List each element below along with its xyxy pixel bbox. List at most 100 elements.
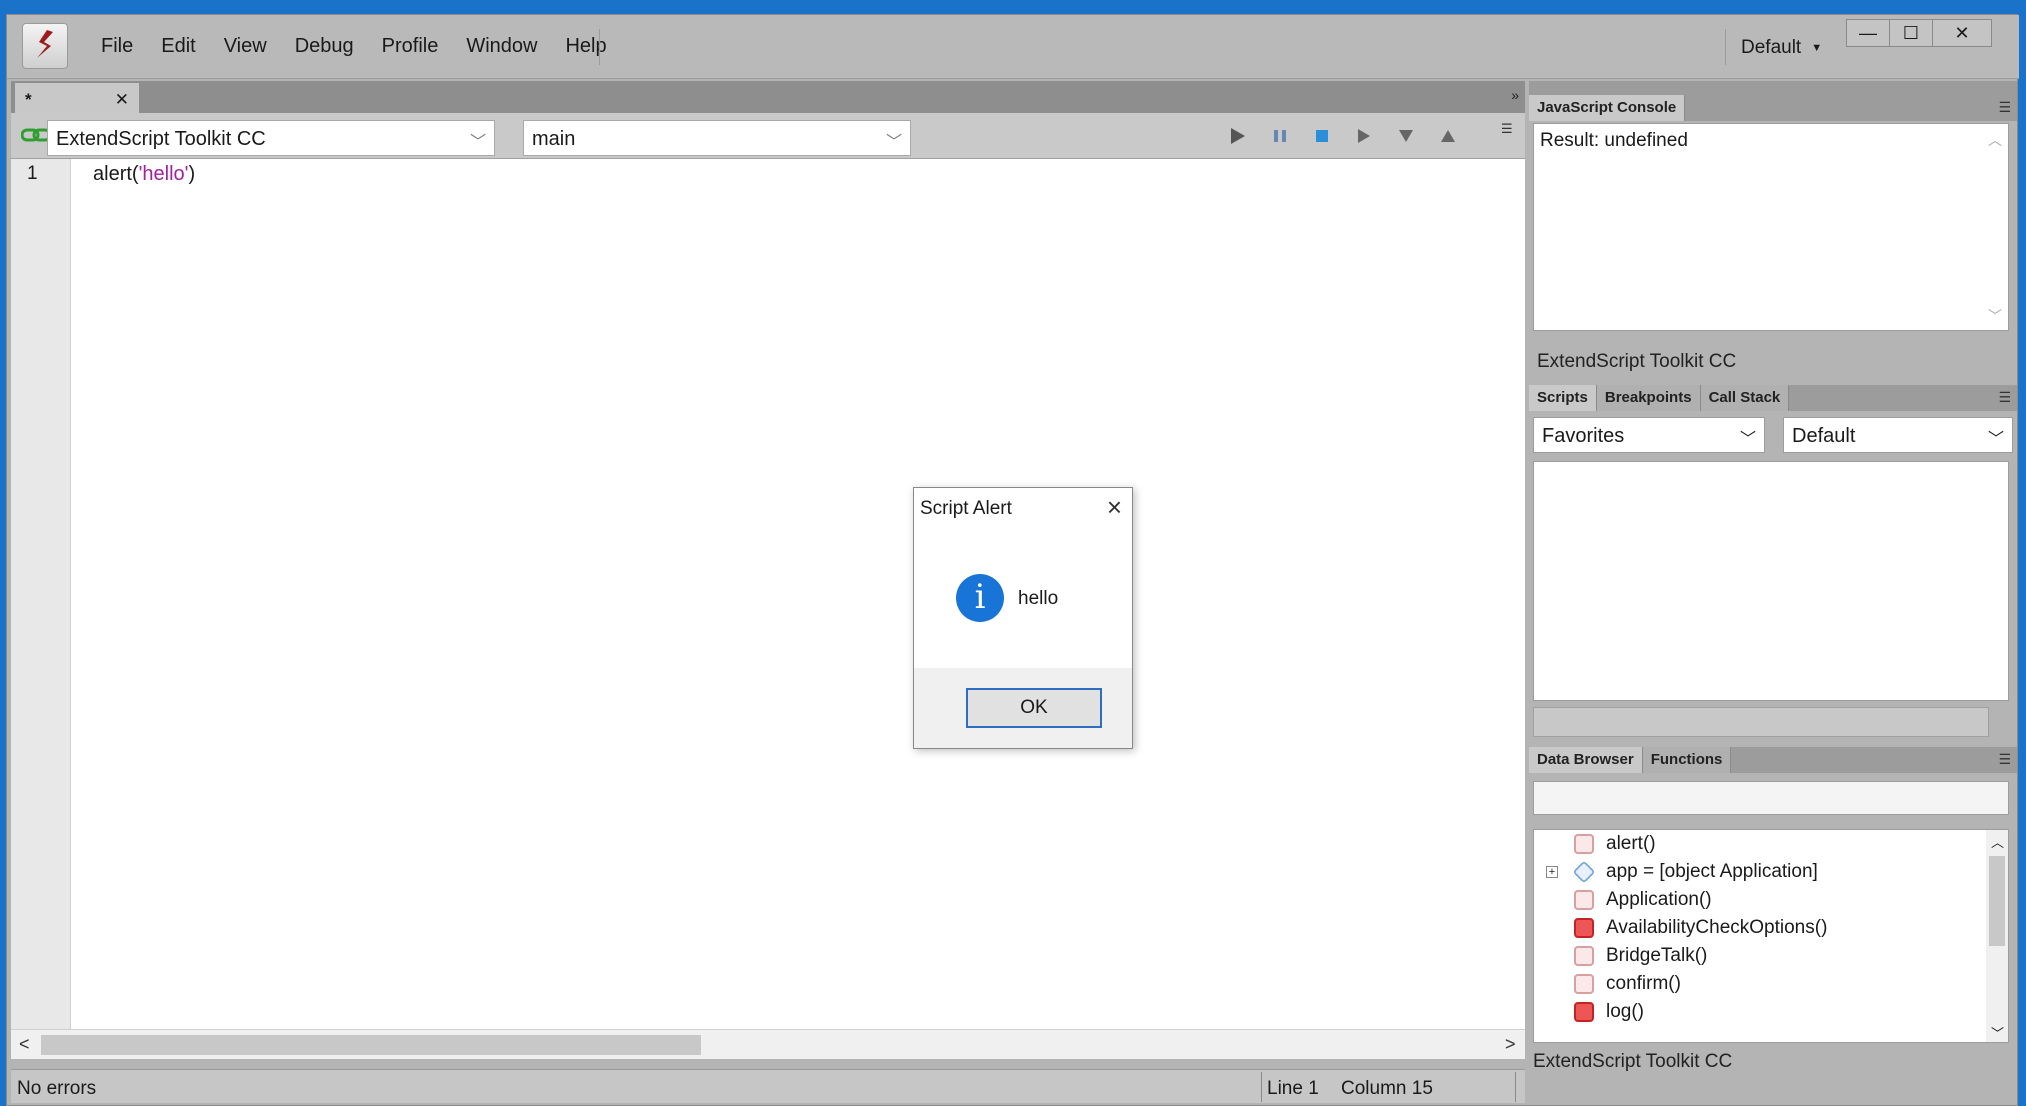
status-divider	[1515, 1072, 1516, 1102]
step-into-button[interactable]	[1395, 125, 1417, 147]
script-alert-dialog: Script Alert × i hello OK	[913, 487, 1133, 749]
scroll-thumb[interactable]	[1989, 856, 2005, 946]
document-tabbar: * Source1 ✕ »	[11, 81, 1525, 129]
tab-javascript-console[interactable]: JavaScript Console	[1529, 95, 1686, 121]
tree-item-label: app = [object Application]	[1606, 861, 1818, 882]
menu-items: File Edit View Debug Profile Window Help	[87, 35, 621, 58]
tab-close-icon[interactable]: ✕	[115, 90, 129, 109]
tree-item[interactable]: + app = [object Application]	[1534, 858, 2008, 886]
scroll-down-icon[interactable]: ﹀	[1991, 1023, 2004, 1042]
menu-bar: File Edit View Debug Profile Window Help…	[7, 15, 2019, 79]
status-bar: No errors Line 1 Column 15	[11, 1069, 1525, 1103]
code-suffix: )	[188, 163, 196, 185]
scroll-down-icon[interactable]: ﹀	[1988, 306, 2002, 326]
minimize-button[interactable]: —	[1846, 19, 1890, 47]
tree-item[interactable]: AvailabilityCheckOptions()	[1534, 914, 2008, 942]
maximize-icon: ☐	[1902, 22, 1920, 43]
tab-functions[interactable]: Functions	[1642, 747, 1732, 773]
vertical-scrollbar[interactable]: ︿ ﹀	[1986, 830, 2008, 1042]
function-icon	[1574, 974, 1594, 994]
right-panels: JavaScript Console ☰ Result: undefined ︿…	[1529, 81, 2017, 1105]
run-button[interactable]	[1227, 125, 1249, 147]
panel-menu-icon[interactable]: ☰	[1501, 121, 1513, 137]
ok-button[interactable]: OK	[966, 688, 1102, 728]
scripts-target-select[interactable]: Default ﹀	[1783, 417, 2013, 453]
engine-select[interactable]: main ﹀	[523, 120, 911, 156]
tree-item[interactable]: log()	[1534, 998, 2008, 1026]
tree-item-label: alert()	[1606, 833, 1656, 854]
tab-scripts[interactable]: Scripts	[1529, 385, 1597, 411]
close-icon: ✕	[1954, 22, 1970, 43]
minimize-icon: —	[1859, 22, 1877, 43]
tab-data-browser[interactable]: Data Browser	[1529, 747, 1643, 773]
code-editor[interactable]: 1 alert('hello')	[11, 159, 1525, 1029]
tree-item-label: log()	[1606, 1001, 1645, 1022]
extendscript-logo-icon	[22, 23, 68, 69]
scroll-up-icon[interactable]: ︿	[1991, 832, 2004, 851]
editor-pane: * Source1 ✕ » ExtendScript Toolkit CC ﹀ …	[11, 81, 1525, 1067]
pause-icon	[1274, 130, 1286, 142]
console-result: Result: undefined	[1540, 130, 1688, 151]
step-out-button[interactable]	[1437, 125, 1459, 147]
function-icon	[1574, 1002, 1594, 1022]
tab-breakpoints[interactable]: Breakpoints	[1596, 385, 1701, 411]
close-window-button[interactable]: ✕	[1932, 19, 1992, 47]
tree-item[interactable]: confirm()	[1534, 970, 2008, 998]
panel-menu-icon[interactable]: ☰	[1998, 389, 2011, 406]
tree-item[interactable]: Application()	[1534, 886, 2008, 914]
step-over-icon	[1358, 129, 1370, 143]
tree-item[interactable]: BridgeTalk()	[1534, 942, 2008, 970]
workspace-label: Default	[1741, 37, 1802, 58]
scroll-left-icon[interactable]: <	[19, 1034, 30, 1055]
menu-edit[interactable]: Edit	[147, 35, 209, 58]
step-over-button[interactable]	[1353, 125, 1375, 147]
console-output[interactable]: Result: undefined ︿ ﹀	[1533, 123, 2009, 331]
engine-value: main	[532, 128, 576, 150]
menu-file[interactable]: File	[87, 35, 147, 58]
function-icon	[1574, 834, 1594, 854]
chevron-down-icon: ﹀	[469, 134, 486, 151]
scroll-thumb[interactable]	[41, 1035, 701, 1055]
tab-source1[interactable]: * Source1 ✕	[15, 83, 139, 129]
menu-debug[interactable]: Debug	[281, 35, 368, 58]
step-into-icon	[1399, 130, 1413, 142]
app-window: File Edit View Debug Profile Window Help…	[6, 14, 2019, 1106]
dialog-message: hello	[1018, 588, 1059, 609]
editor-toolbar: ExtendScript Toolkit CC ﹀ main ﹀ ☰	[11, 113, 1525, 159]
code-line[interactable]: alert('hello')	[93, 163, 195, 186]
dialog-footer: OK	[914, 668, 1132, 748]
scripts-list[interactable]	[1533, 461, 2009, 701]
menu-profile[interactable]: Profile	[368, 35, 453, 58]
panel-menu-icon[interactable]: ☰	[1998, 99, 2011, 116]
menu-help[interactable]: Help	[551, 35, 620, 58]
scroll-right-icon[interactable]: >	[1505, 1034, 1516, 1055]
expand-icon[interactable]: +	[1546, 866, 1558, 878]
workspace-selector[interactable]: Default ▼	[1741, 37, 1822, 59]
tree-item[interactable]: alert()	[1534, 830, 2008, 858]
tab-call-stack[interactable]: Call Stack	[1700, 385, 1790, 411]
console-tabs: JavaScript Console ☰	[1529, 95, 2017, 121]
target-app-select[interactable]: ExtendScript Toolkit CC ﹀	[47, 120, 495, 156]
dialog-close-icon[interactable]: ×	[1107, 492, 1122, 523]
window-controls: — ☐ ✕	[1846, 19, 1992, 47]
menu-view[interactable]: View	[210, 35, 281, 58]
info-icon: i	[956, 574, 1004, 622]
data-browser-tabs: Data Browser Functions ☰	[1529, 747, 2017, 773]
panel-expand-icon[interactable]: »	[1511, 87, 1519, 103]
scripts-location-select[interactable]: Favorites ﹀	[1533, 417, 1765, 453]
scripts-location-value: Favorites	[1542, 425, 1625, 447]
stop-icon	[1316, 130, 1328, 142]
scripts-footer-bar	[1533, 707, 1989, 737]
play-icon	[1231, 128, 1245, 144]
function-icon	[1574, 890, 1594, 910]
scroll-up-icon[interactable]: ︿	[1988, 130, 2002, 150]
caret-down-icon: ▼	[1811, 42, 1823, 54]
maximize-button[interactable]: ☐	[1889, 19, 1933, 47]
horizontal-scrollbar[interactable]: < >	[11, 1029, 1525, 1059]
stop-button[interactable]	[1311, 125, 1333, 147]
data-browser-filter[interactable]	[1533, 781, 2009, 815]
pause-button[interactable]	[1269, 125, 1291, 147]
panel-menu-icon[interactable]: ☰	[1998, 751, 2011, 768]
chevron-down-icon: ﹀	[885, 134, 902, 151]
menu-window[interactable]: Window	[452, 35, 551, 58]
